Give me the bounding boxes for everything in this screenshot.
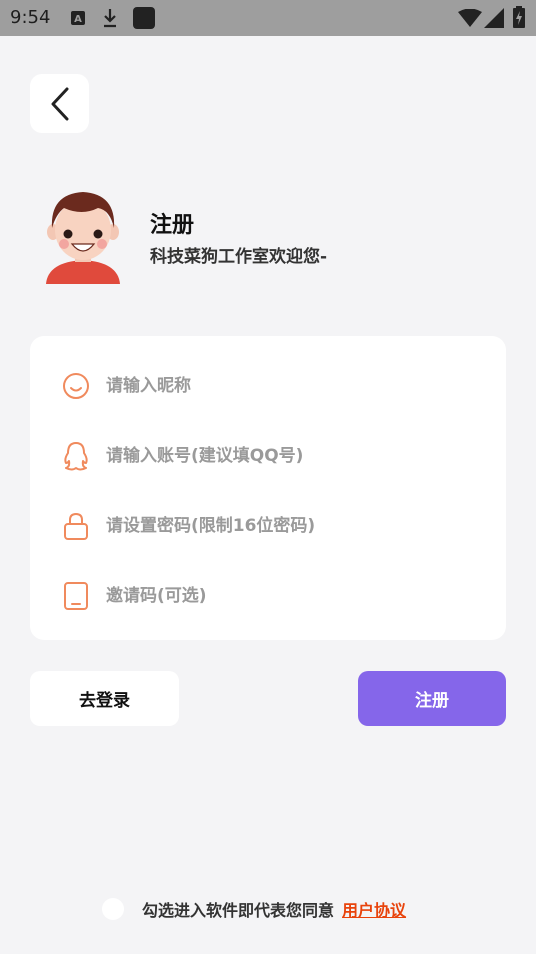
svg-text:A: A — [74, 14, 82, 25]
agreement-text: 勾选进入软件即代表您同意 — [142, 901, 335, 920]
battery-charging-icon — [513, 6, 525, 28]
password-field — [30, 496, 506, 556]
password-input[interactable] — [106, 506, 486, 546]
register-button[interactable]: 注册 — [358, 671, 506, 726]
account-input[interactable] — [106, 436, 486, 476]
agree-checkbox[interactable] — [102, 898, 124, 920]
nickname-input[interactable] — [106, 366, 486, 406]
account-field — [30, 426, 506, 486]
smile-icon — [60, 370, 92, 402]
page-subtitle: 科技菜狗工作室欢迎您- — [150, 247, 328, 267]
invite-code-input[interactable] — [106, 576, 486, 616]
app-square-icon — [133, 7, 155, 29]
status-bar: 9:54 A — [0, 0, 536, 36]
wifi-icon — [458, 9, 482, 27]
page-title: 注册 — [150, 213, 195, 238]
nickname-field — [30, 356, 506, 416]
go-login-button[interactable]: 去登录 — [30, 671, 179, 726]
status-time: 9:54 — [10, 7, 51, 28]
register-form — [30, 336, 506, 640]
lock-icon — [60, 510, 92, 542]
a-badge-icon: A — [71, 11, 85, 25]
invite-field — [30, 566, 506, 626]
user-agreement-link[interactable]: 用户协议 — [342, 897, 406, 921]
avatar — [46, 192, 120, 284]
qq-penguin-icon — [60, 440, 92, 472]
chevron-left-icon — [51, 87, 68, 120]
tablet-icon — [60, 580, 92, 612]
agreement-row: 勾选进入软件即代表您同意 用户协议 — [102, 896, 406, 922]
signal-icon — [484, 8, 504, 28]
download-icon — [104, 9, 116, 28]
back-button[interactable] — [30, 74, 89, 133]
